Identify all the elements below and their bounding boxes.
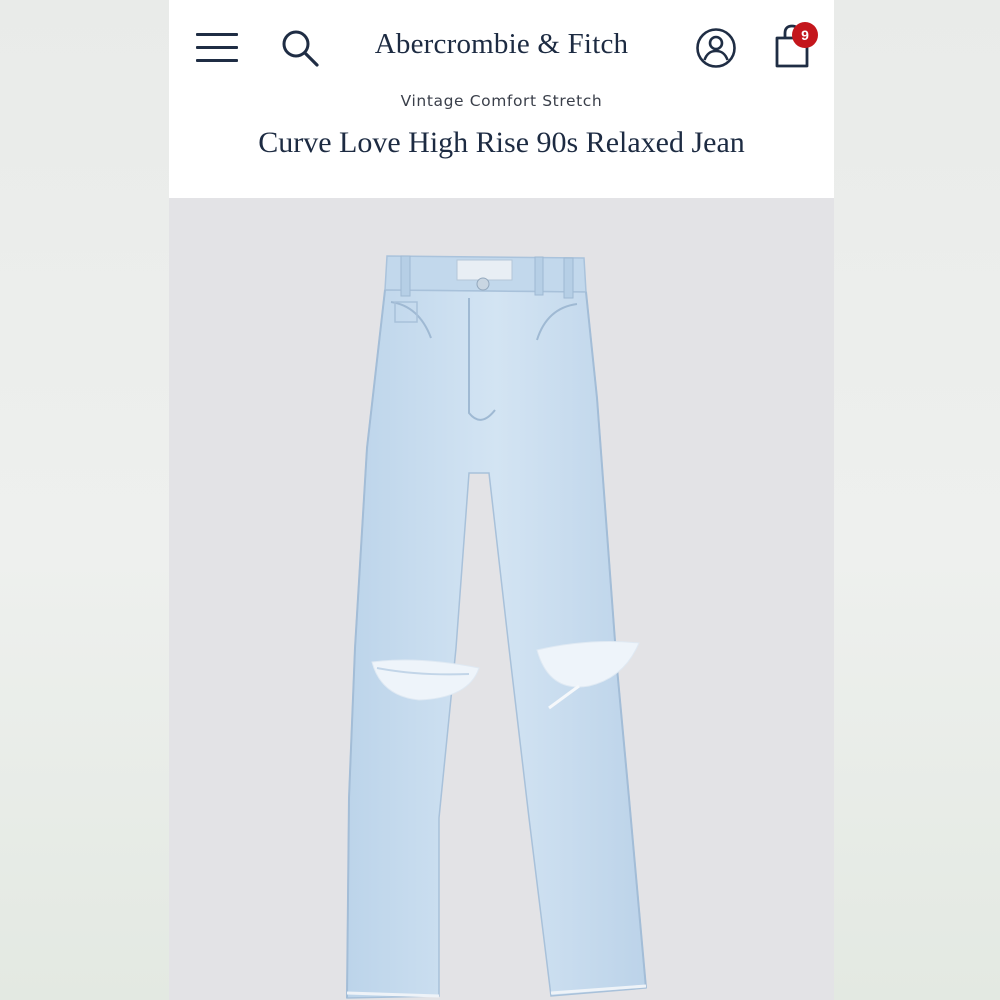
account-icon[interactable] [694,26,738,70]
product-collection: Vintage Comfort Stretch [400,92,603,110]
bag-count-badge[interactable]: 9 [792,22,818,48]
menu-icon[interactable] [196,30,240,66]
brand-logo[interactable]: Abercrombie & Fitch [339,28,664,61]
product-image[interactable] [169,198,834,1000]
header: Abercrombie & Fitch 9 Vintage Comfort St… [169,0,834,198]
product-title: Curve Love High Rise 90s Relaxed Jean [258,126,745,159]
phone-screen: Abercrombie & Fitch 9 Vintage Comfort St… [169,0,834,1000]
search-icon[interactable] [279,27,323,71]
jeans-illustration [346,255,647,999]
